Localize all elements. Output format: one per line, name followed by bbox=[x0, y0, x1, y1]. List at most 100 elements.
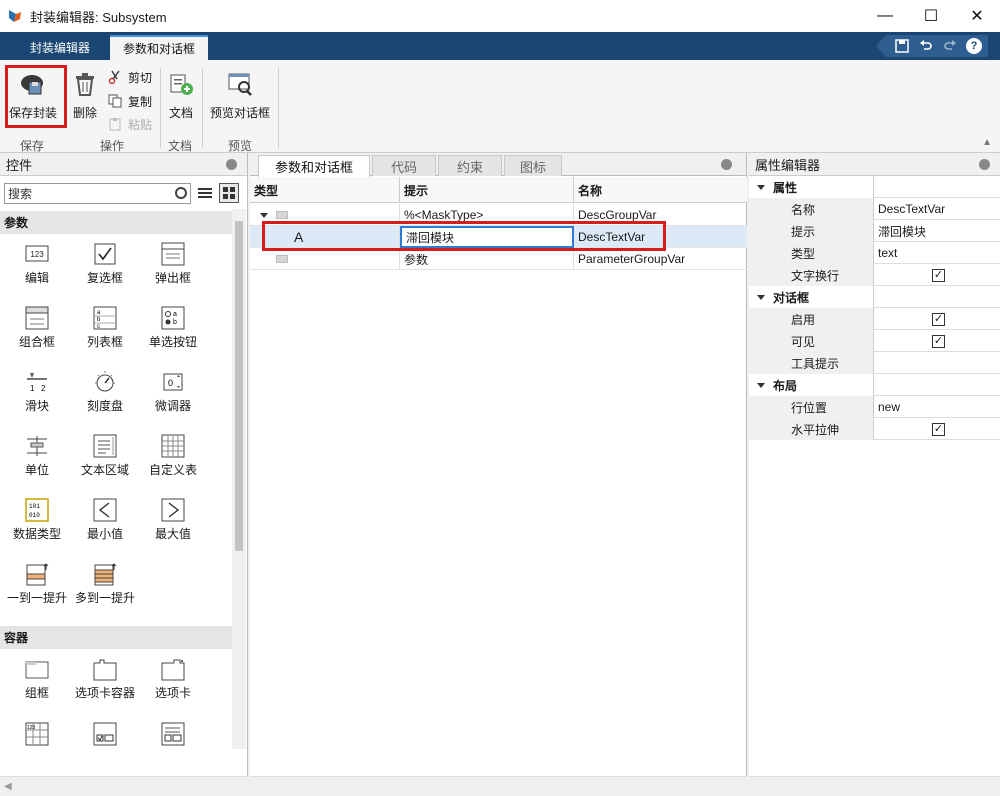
control-listbox[interactable]: abc 列表框 bbox=[72, 305, 138, 350]
edit-field-icon: 123 bbox=[24, 241, 50, 267]
documentation-button[interactable]: 文档 bbox=[166, 70, 196, 121]
tab-icon[interactable]: 图标 bbox=[504, 155, 562, 176]
category-properties[interactable]: 属性 bbox=[749, 176, 1000, 198]
property-row[interactable]: 可见 ✓ bbox=[749, 330, 1000, 352]
expand-arrow-icon[interactable] bbox=[757, 382, 765, 388]
control-spinner[interactable]: 0 微调器 bbox=[140, 369, 206, 414]
control-textarea[interactable]: 文本区域 bbox=[72, 433, 138, 478]
control-edit[interactable]: 123 编辑 bbox=[4, 241, 70, 286]
highlight-box bbox=[262, 221, 666, 251]
name-value-field[interactable]: DescTextVar bbox=[875, 198, 1000, 220]
search-icon[interactable] bbox=[175, 186, 187, 199]
property-editor-panel: 属性编辑器 属性 名称 DescTextVar 提示 滞回模块 类型 text … bbox=[749, 153, 1000, 796]
panel-icon bbox=[92, 721, 118, 747]
textarea-icon bbox=[92, 433, 118, 459]
col-name[interactable]: 名称 bbox=[574, 177, 747, 203]
svg-text:101: 101 bbox=[29, 503, 40, 510]
prompt-value-field[interactable]: 滞回模块 bbox=[875, 220, 1000, 242]
word-wrap-checkbox[interactable]: ✓ bbox=[932, 268, 945, 282]
container-tab-container[interactable]: 选项卡容器 bbox=[72, 656, 138, 701]
container-tab[interactable]: 选项卡 bbox=[140, 656, 206, 701]
datatype-icon: 101 010 bbox=[24, 497, 50, 523]
tab-mask-editor[interactable]: 封装编辑器 bbox=[10, 35, 110, 60]
ribbon-tabstrip: 封装编辑器 参数和对话框 ? bbox=[0, 32, 1000, 60]
control-combobox[interactable]: 组合框 bbox=[4, 305, 70, 350]
window-title: 封装编辑器: Subsystem bbox=[30, 9, 167, 25]
category-dialog[interactable]: 对话框 bbox=[749, 286, 1000, 308]
tab-params-dialog[interactable]: 参数和对话框 bbox=[110, 35, 208, 60]
scrollbar-thumb[interactable] bbox=[235, 221, 243, 551]
horizontal-stretch-checkbox[interactable]: ✓ bbox=[932, 422, 945, 436]
control-slider[interactable]: 12 滑块 bbox=[4, 369, 70, 414]
expand-arrow-icon[interactable] bbox=[757, 294, 765, 300]
property-row[interactable]: 行位置 new bbox=[749, 396, 1000, 418]
type-value-field[interactable]: text bbox=[875, 242, 1000, 264]
panel-menu-icon[interactable] bbox=[979, 159, 990, 170]
copy-button[interactable]: 复制 bbox=[108, 91, 152, 111]
group-icon bbox=[276, 211, 288, 219]
control-max[interactable]: 最大值 bbox=[140, 497, 206, 542]
property-row[interactable]: 水平拉伸 ✓ bbox=[749, 418, 1000, 440]
expand-arrow-icon[interactable] bbox=[757, 184, 765, 190]
control-radio[interactable]: ab 单选按钮 bbox=[140, 305, 206, 350]
property-row[interactable]: 类型 text bbox=[749, 242, 1000, 264]
property-row[interactable]: 工具提示 bbox=[749, 352, 1000, 374]
preview-icon bbox=[226, 70, 254, 98]
enable-checkbox[interactable]: ✓ bbox=[932, 312, 945, 326]
svg-text:010: 010 bbox=[29, 512, 40, 519]
panel-menu-icon[interactable] bbox=[721, 159, 732, 170]
tab-code[interactable]: 代码 bbox=[372, 155, 436, 176]
grid-hscrollbar[interactable] bbox=[250, 776, 747, 796]
property-row[interactable]: 提示 滞回模块 bbox=[749, 220, 1000, 242]
row-position-field[interactable]: new bbox=[875, 396, 1000, 418]
tooltip-value-field[interactable] bbox=[875, 352, 1000, 374]
property-row[interactable]: 启用 ✓ bbox=[749, 308, 1000, 330]
svg-text:123: 123 bbox=[27, 725, 36, 731]
property-row[interactable]: 文字换行 ✓ bbox=[749, 264, 1000, 286]
close-button[interactable]: ✕ bbox=[954, 0, 1000, 32]
property-hscrollbar[interactable] bbox=[749, 776, 1000, 796]
tab-params-dialog[interactable]: 参数和对话框 bbox=[258, 155, 370, 177]
property-row[interactable]: 名称 DescTextVar bbox=[749, 198, 1000, 220]
cut-button[interactable]: 剪切 bbox=[108, 67, 152, 87]
table-row[interactable]: 参数 ParameterGroupVar bbox=[250, 248, 747, 270]
svg-text:2: 2 bbox=[41, 384, 46, 393]
expand-arrow-icon[interactable] bbox=[260, 212, 268, 218]
category-layout[interactable]: 布局 bbox=[749, 374, 1000, 396]
container-group-box[interactable]: 组框 bbox=[4, 656, 70, 701]
control-custom-table[interactable]: 自定义表 bbox=[140, 433, 206, 478]
delete-button[interactable]: 删除 bbox=[70, 70, 100, 121]
grid-view-icon[interactable] bbox=[219, 183, 239, 203]
col-type[interactable]: 类型 bbox=[250, 177, 400, 203]
group-label-save: 保存 bbox=[20, 139, 45, 153]
container-collapsible[interactable] bbox=[140, 721, 206, 751]
control-datatype[interactable]: 101 010 数据类型 bbox=[4, 497, 70, 542]
collapse-ribbon-icon[interactable]: ▲ bbox=[982, 137, 992, 148]
help-icon[interactable]: ? bbox=[966, 38, 982, 54]
container-panel[interactable] bbox=[72, 721, 138, 751]
maximize-button[interactable]: ☐ bbox=[908, 0, 954, 32]
control-unit[interactable]: 单位 bbox=[4, 433, 70, 478]
control-min[interactable]: 最小值 bbox=[72, 497, 138, 542]
panel-menu-icon[interactable] bbox=[226, 159, 237, 170]
search-input[interactable]: 搜索 bbox=[4, 182, 191, 204]
control-promote-many[interactable]: 多到一提升 bbox=[72, 561, 138, 606]
control-popup[interactable]: 弹出框 bbox=[140, 241, 206, 286]
list-view-icon[interactable] bbox=[195, 183, 215, 203]
undo-icon[interactable] bbox=[914, 36, 938, 56]
controls-hscrollbar[interactable]: ◀ bbox=[0, 776, 248, 796]
container-table[interactable]: 123 bbox=[4, 721, 70, 751]
highlight-box bbox=[5, 65, 67, 128]
tab-constraints[interactable]: 约束 bbox=[438, 155, 502, 176]
controls-scrollbar[interactable] bbox=[232, 209, 246, 749]
control-dial[interactable]: 刻度盘 bbox=[72, 369, 138, 414]
control-checkbox[interactable]: 复选框 bbox=[72, 241, 138, 286]
control-promote-one[interactable]: 一到一提升 bbox=[4, 561, 70, 606]
col-prompt[interactable]: 提示 bbox=[400, 177, 574, 203]
save-icon[interactable] bbox=[890, 36, 914, 56]
paste-button[interactable]: 粘贴 bbox=[108, 114, 152, 134]
visible-checkbox[interactable]: ✓ bbox=[932, 334, 945, 348]
minimize-button[interactable]: — bbox=[862, 0, 908, 32]
redo-icon[interactable] bbox=[938, 36, 962, 56]
preview-dialog-button[interactable]: 预览对话框 bbox=[208, 70, 272, 121]
